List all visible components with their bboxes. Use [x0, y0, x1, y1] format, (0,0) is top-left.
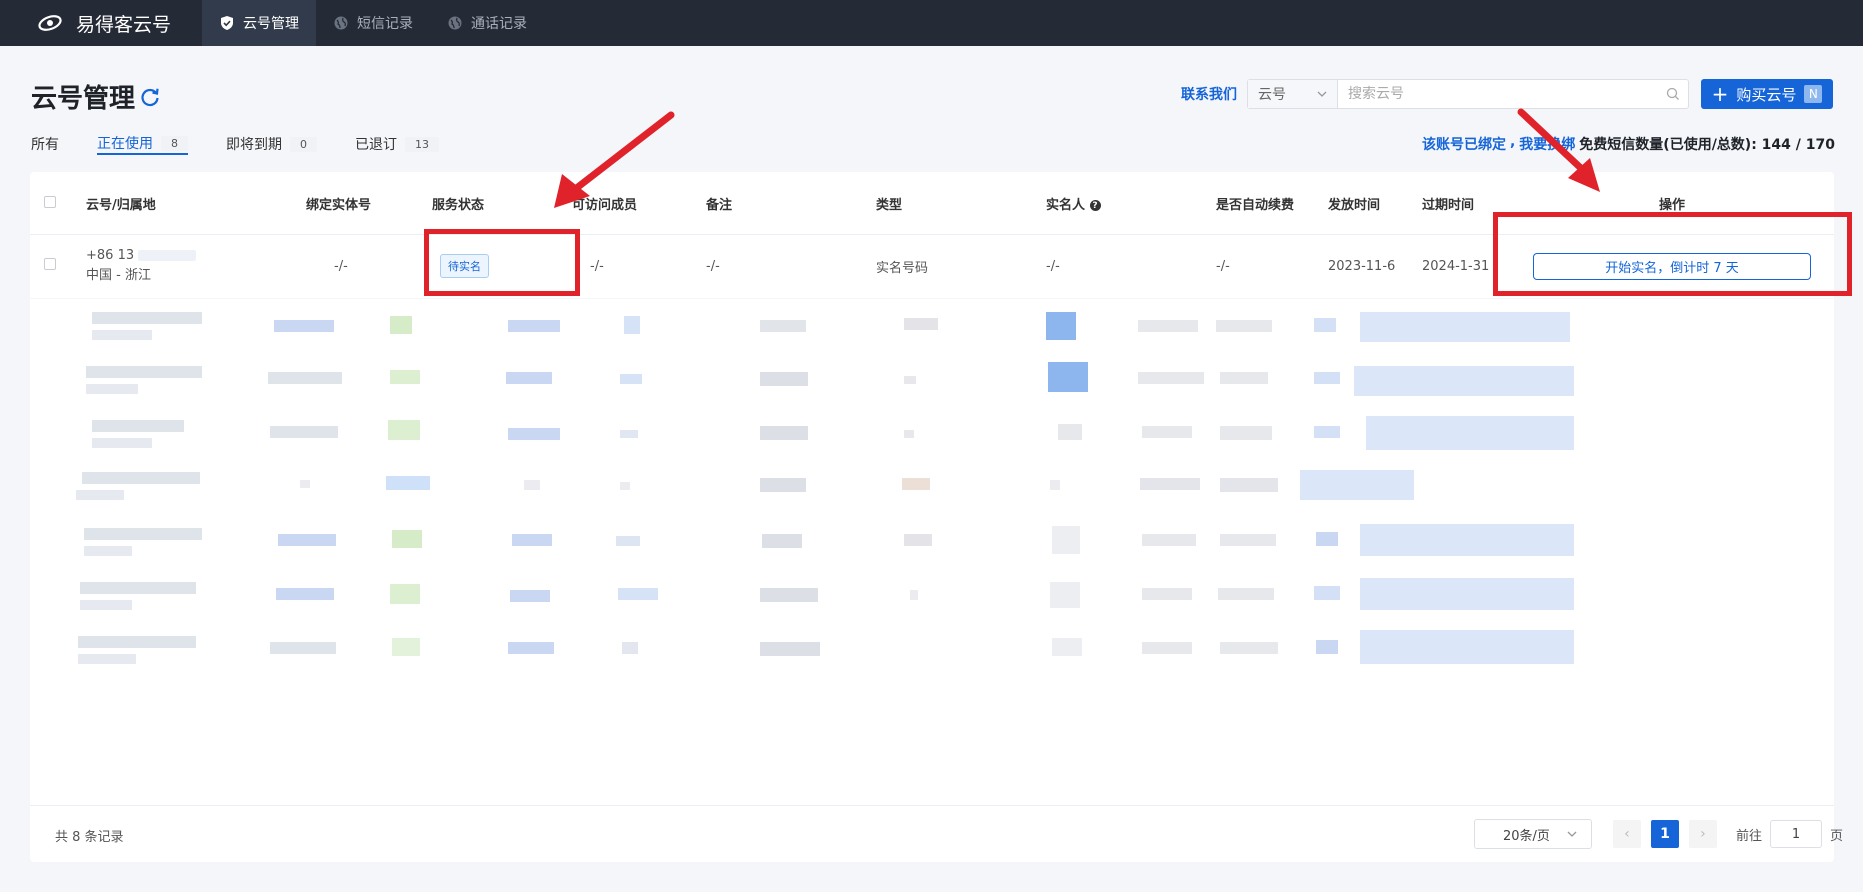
tab-label: 已退订 [355, 137, 397, 153]
search-type-value: 云号 [1258, 87, 1286, 103]
next-page-button[interactable]: › [1688, 820, 1717, 848]
col-realname: 实名人 ? [1040, 174, 1210, 235]
nav-item-call-records[interactable]: 通话记录 [430, 0, 544, 46]
nav-item-sms-records[interactable]: 短信记录 [316, 0, 430, 46]
location-text: 中国 - 浙江 [86, 268, 151, 283]
col-members: 可访问成员 [566, 174, 700, 235]
header-actions: 联系我们 云号 + 购买云号 N [1181, 79, 1833, 109]
autorenew-cell: -/- [1210, 234, 1322, 299]
shield-check-icon [221, 16, 233, 30]
sms-quota-line: 该账号已绑定, 我要换绑 免费短信数量(已使用/总数): 144 / 170 [1422, 134, 1835, 154]
plus-icon: + [1711, 82, 1729, 106]
col-number: 云号/归属地 [80, 174, 300, 235]
select-all-checkbox[interactable] [44, 195, 56, 208]
contact-us-link[interactable]: 联系我们 [1181, 84, 1237, 104]
tab-count: 13 [405, 136, 439, 152]
table-row [78, 630, 1574, 664]
tab-count: 0 [290, 136, 317, 152]
annotation-box-action [1493, 212, 1852, 296]
nav-item-label: 通话记录 [471, 16, 527, 32]
realname-cell: -/- [1040, 234, 1210, 299]
buy-button-label: 购买云号 [1736, 85, 1797, 104]
redacted-rows [76, 312, 1574, 664]
table-bottom-divider [30, 805, 1834, 806]
note-cell: -/- [700, 234, 870, 299]
search-type-select[interactable]: 云号 [1248, 80, 1338, 108]
search-group: 云号 [1247, 79, 1689, 109]
top-navigation-bar: 易得客云号 云号管理 短信记录 通话记录 [0, 0, 1863, 46]
refresh-icon[interactable] [139, 86, 161, 108]
col-issued: 发放时间 [1322, 174, 1416, 235]
type-cell: 实名号码 [870, 234, 1040, 299]
brand-name: 易得客云号 [76, 13, 172, 36]
new-badge: N [1804, 85, 1823, 103]
sms-quota-text: 免费短信数量(已使用/总数): 144 / 170 [1579, 137, 1835, 153]
nav-item-cloud-numbers[interactable]: 云号管理 [202, 0, 316, 46]
chevron-down-icon [1317, 91, 1327, 97]
table-row [92, 312, 1570, 342]
page-size-select[interactable]: 20条/页 [1473, 819, 1592, 849]
help-icon[interactable]: ? [1089, 200, 1101, 212]
entity-cell: -/- [300, 234, 426, 299]
masked-digits [138, 250, 197, 261]
select-all-cell [30, 174, 80, 235]
tab-label: 即将到期 [226, 137, 282, 153]
annotation-box-status [424, 229, 580, 296]
number-cell: +86 13 中国 - 浙江 [80, 234, 300, 299]
col-realname-label: 实名人 [1046, 198, 1086, 214]
status-tabs: 所有 正在使用 8 即将到期 0 已退订 13 [31, 133, 477, 155]
table-row [92, 416, 1574, 450]
table-row [86, 362, 1574, 396]
change-binding-link[interactable]: 我要换绑 [1519, 134, 1575, 154]
search-icon[interactable] [1658, 80, 1688, 108]
globe-icon [448, 16, 462, 30]
col-status: 服务状态 [426, 174, 566, 235]
page-title-text: 云号管理 [31, 84, 136, 114]
brand-logo-icon [38, 15, 62, 31]
col-note: 备注 [700, 174, 870, 235]
quota-separator: , [1509, 134, 1516, 150]
row-checkbox-cell [30, 234, 80, 299]
page-title: 云号管理 [31, 78, 161, 115]
pagination: 20条/页 ‹ 1 › 前往 1 页 [1473, 819, 1843, 849]
goto-suffix: 页 [1829, 828, 1843, 844]
tab-label: 所有 [31, 137, 59, 153]
tab-count: 8 [161, 135, 188, 151]
tab-in-use[interactable]: 正在使用 8 [97, 133, 188, 155]
col-type: 类型 [870, 174, 1040, 235]
page-size-value: 20条/页 [1502, 828, 1550, 844]
chevron-left-icon: ‹ [1624, 826, 1630, 842]
tab-label: 正在使用 [97, 136, 153, 152]
tab-unsubscribed[interactable]: 已退订 13 [355, 133, 439, 155]
bound-account-link[interactable]: 该账号已绑定 [1422, 134, 1506, 154]
page-number-button[interactable]: 1 [1650, 820, 1679, 848]
col-entity: 绑定实体号 [300, 174, 426, 235]
goto-label: 前往 [1735, 828, 1762, 844]
nav-item-label: 短信记录 [357, 16, 413, 32]
table-row [80, 578, 1574, 610]
table-row [76, 470, 1414, 500]
brand-logo[interactable]: 易得客云号 [0, 0, 202, 46]
col-autorenew: 是否自动续费 [1210, 174, 1322, 235]
number-text: +86 13 [86, 246, 294, 266]
number-value: +86 13 [86, 248, 135, 263]
nav-item-label: 云号管理 [243, 16, 299, 32]
goto-page-input[interactable]: 1 [1769, 820, 1822, 848]
total-records: 共 8 条记录 [55, 830, 124, 845]
tab-all[interactable]: 所有 [31, 133, 59, 155]
globe-icon [334, 16, 348, 30]
tab-expiring-soon[interactable]: 即将到期 0 [226, 133, 317, 155]
chevron-down-icon [1567, 831, 1577, 837]
issued-cell: 2023-11-6 [1322, 234, 1416, 299]
buy-cloud-number-button[interactable]: + 购买云号 N [1701, 79, 1833, 109]
search-input[interactable] [1338, 80, 1658, 108]
chevron-right-icon: › [1700, 826, 1706, 842]
row-checkbox[interactable] [44, 258, 56, 270]
table-row [84, 524, 1574, 556]
prev-page-button[interactable]: ‹ [1612, 820, 1641, 848]
members-cell: -/- [566, 234, 700, 299]
